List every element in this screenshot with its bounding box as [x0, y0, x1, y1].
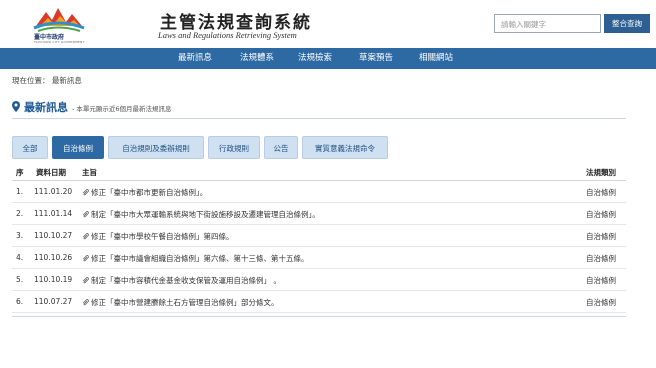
- logo-subtitle: TAICHUNG CITY GOVERNMENT: [34, 40, 85, 44]
- paperclip-icon: [83, 233, 89, 240]
- row-category: 自治條例: [586, 254, 616, 263]
- search-input[interactable]: 請輸入關鍵字: [494, 14, 601, 33]
- section-title: 最新訊息: [24, 101, 68, 114]
- row-subject: 修正「臺中市議會組織自治條例」第六條、第十三條、第十五條。: [91, 254, 309, 263]
- table-row: 3. 110.10.27 修正「臺中市學校午餐自治條例」第四條。 自治條例: [12, 225, 626, 247]
- row-date: 111.01.20: [34, 187, 73, 196]
- row-subject: 制定「臺中市大眾運輸系統與地下街設施移設及遷建管理自治條例」。: [91, 210, 320, 219]
- tab-announcement[interactable]: 公告: [264, 136, 298, 159]
- row-date: 111.01.14: [34, 209, 73, 218]
- section-subtitle: - 本單元顯示近6個月最新法規訊息: [72, 105, 172, 113]
- row-date: 110.10.26: [34, 253, 73, 262]
- row-subject: 修正「臺中市學校午餐自治條例」第四條。: [91, 232, 234, 241]
- row-date: 110.10.27: [34, 231, 73, 240]
- row-subject: 修正「臺中市營建賸餘土石方管理自治條例」部分條文。: [91, 298, 279, 307]
- nav-item-drafts[interactable]: 草案預告: [359, 48, 393, 69]
- row-category: 自治條例: [586, 298, 616, 307]
- row-subject-link[interactable]: 制定「臺中市大眾運輸系統與地下街設施移設及遷建管理自治條例」。: [82, 209, 320, 220]
- paperclip-icon: [83, 277, 89, 284]
- tab-all[interactable]: 全部: [12, 136, 48, 159]
- row-seq: 6.: [16, 297, 24, 306]
- tab-self-gov-rules[interactable]: 自治規則及委辦規則: [108, 136, 204, 159]
- nav-item-system[interactable]: 法規體系: [240, 48, 274, 69]
- row-subject-link[interactable]: 修正「臺中市都市更新自治條例」。: [82, 187, 207, 198]
- header-seq: 序: [16, 168, 24, 177]
- tab-admin-rules[interactable]: 行政規則: [208, 136, 260, 159]
- search-button[interactable]: 整合查詢: [604, 14, 650, 33]
- location-pin-icon: [12, 101, 20, 112]
- site-title-en: Laws and Regulations Retrieving System: [158, 30, 297, 40]
- nav-item-search[interactable]: 法規檢索: [298, 48, 332, 69]
- row-category: 自治條例: [586, 210, 616, 219]
- row-subject: 制定「臺中市容積代金基金收支保管及運用自治條例」 。: [91, 276, 281, 285]
- paperclip-icon: [83, 255, 89, 262]
- table-row: 2. 111.01.14 制定「臺中市大眾運輸系統與地下街設施移設及遷建管理自治…: [12, 203, 626, 225]
- row-date: 110.10.19: [34, 275, 73, 284]
- table-header: 序 資料日期 主旨 法規類別: [12, 163, 626, 181]
- section-heading: 最新訊息 - 本單元顯示近6個月最新法規訊息: [12, 99, 172, 115]
- paperclip-icon: [83, 211, 89, 218]
- nav-item-links[interactable]: 相關網站: [419, 48, 453, 69]
- paperclip-icon: [83, 189, 89, 196]
- row-seq: 4.: [16, 253, 24, 262]
- row-subject-link[interactable]: 修正「臺中市學校午餐自治條例」第四條。: [82, 231, 234, 242]
- row-subject-link[interactable]: 修正「臺中市營建賸餘土石方管理自治條例」部分條文。: [82, 297, 279, 308]
- table-row: 6. 110.07.27 修正「臺中市營建賸餘土石方管理自治條例」部分條文。 自…: [12, 291, 626, 313]
- row-subject-link[interactable]: 制定「臺中市容積代金基金收支保管及運用自治條例」 。: [82, 275, 281, 286]
- header-subject: 主旨: [82, 168, 97, 177]
- site-header: 臺中市政府 TAICHUNG CITY GOVERNMENT 主管法規查詢系統 …: [0, 0, 656, 48]
- row-subject: 修正「臺中市都市更新自治條例」。: [91, 188, 208, 197]
- table-row: 1. 111.01.20 修正「臺中市都市更新自治條例」。 自治條例: [12, 181, 626, 203]
- nav-item-news[interactable]: 最新訊息: [178, 48, 212, 69]
- row-seq: 3.: [16, 231, 24, 240]
- main-nav: 最新訊息 法規體系 法規檢索 草案預告 相關網站: [0, 48, 656, 69]
- row-category: 自治條例: [586, 188, 616, 197]
- row-seq: 5.: [16, 275, 24, 284]
- breadcrumb: 現在位置： 最新訊息: [12, 76, 82, 85]
- paperclip-icon: [83, 299, 89, 306]
- header-date: 資料日期: [36, 168, 66, 177]
- row-seq: 1.: [16, 187, 24, 196]
- table-bottom-divider: [12, 316, 626, 317]
- table-row: 4. 110.10.26 修正「臺中市議會組織自治條例」第六條、第十三條、第十五…: [12, 247, 626, 269]
- header-category: 法規類別: [586, 168, 616, 177]
- row-subject-link[interactable]: 修正「臺中市議會組織自治條例」第六條、第十三條、第十五條。: [82, 253, 309, 264]
- tab-self-gov-ordinance[interactable]: 自治條例: [52, 136, 104, 159]
- tab-substantive-orders[interactable]: 實質意義法規命令: [302, 136, 388, 159]
- row-date: 110.07.27: [34, 297, 73, 306]
- row-category: 自治條例: [586, 232, 616, 241]
- row-seq: 2.: [16, 209, 24, 218]
- row-category: 自治條例: [586, 276, 616, 285]
- divider: [12, 118, 626, 119]
- table-row: 5. 110.10.19 制定「臺中市容積代金基金收支保管及運用自治條例」 。 …: [12, 269, 626, 291]
